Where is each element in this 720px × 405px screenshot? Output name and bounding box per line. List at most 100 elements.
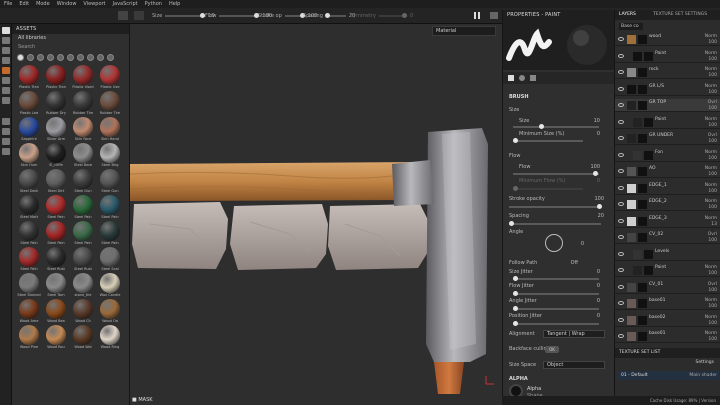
smudge-tool-icon[interactable]: [2, 67, 10, 74]
asset-item[interactable]: Wood Ch: [71, 299, 95, 323]
flow-slider[interactable]: [513, 171, 599, 176]
layer-row[interactable]: base01 Norm 100: [615, 330, 720, 343]
asset-item[interactable]: Wood Ring: [98, 325, 122, 349]
asset-item[interactable]: Sl_c0ffe: [44, 143, 68, 167]
layer-opacity[interactable]: 100: [708, 288, 717, 293]
asset-item[interactable]: Steel Pain: [71, 221, 95, 245]
library-selector[interactable]: All libraries: [12, 34, 129, 43]
layer-blend-mode[interactable]: Ovrl: [708, 232, 717, 237]
channel-select[interactable]: Base co: [619, 23, 643, 30]
layer-row[interactable]: Paint Norm 100: [615, 50, 720, 63]
asset-item[interactable]: Steel Pain: [71, 195, 95, 219]
layer-row[interactable]: GR L/S Norm 100: [615, 83, 720, 96]
asset-item[interactable]: Steel Rust: [44, 247, 68, 271]
layer-mask-thumbnail[interactable]: [638, 183, 647, 193]
layer-blend-mode[interactable]: Ovrl: [708, 133, 717, 138]
asset-item[interactable]: Steel Dark: [17, 169, 41, 193]
position-jitter-slider[interactable]: [513, 321, 599, 326]
asset-item[interactable]: Steel Pain: [44, 195, 68, 219]
layer-row[interactable]: GR TOP Ovrl 100: [615, 99, 720, 112]
layer-blend-mode[interactable]: Norm: [705, 150, 717, 155]
filter-alpha-icon[interactable]: [57, 54, 64, 61]
layer-blend-mode[interactable]: Norm: [705, 117, 717, 122]
texture-set-shader[interactable]: Main shader: [689, 371, 717, 380]
asset-item[interactable]: Plastic Used: [71, 65, 95, 89]
asset-item[interactable]: Plastic Lea: [17, 91, 41, 115]
layer-opacity[interactable]: 100: [708, 40, 717, 45]
asset-item[interactable]: Wood Pine: [17, 325, 41, 349]
layer-blend-mode[interactable]: Norm: [705, 84, 717, 89]
layer-opacity[interactable]: 100: [708, 172, 717, 177]
asset-item[interactable]: Skin Face: [71, 117, 95, 141]
asset-item[interactable]: Steel Pain: [17, 247, 41, 271]
layer-opacity[interactable]: 100: [708, 304, 717, 309]
menu-item-javascript[interactable]: JavaScript: [113, 1, 138, 7]
layer-mask-thumbnail[interactable]: [638, 134, 647, 143]
size-jitter-slider[interactable]: [513, 276, 599, 281]
layer-mask-thumbnail[interactable]: [644, 249, 653, 259]
layer-row[interactable]: Levels: [615, 248, 720, 261]
visibility-eye-icon[interactable]: [618, 235, 624, 239]
filter-filter-icon[interactable]: [107, 54, 114, 61]
polyfill-tool-icon[interactable]: [2, 57, 10, 64]
layer-mask-thumbnail[interactable]: [638, 216, 647, 226]
asset-search-input[interactable]: Search: [12, 43, 129, 52]
visibility-eye-icon[interactable]: [618, 218, 624, 223]
visibility-eye-icon[interactable]: [618, 251, 624, 256]
layer-opacity[interactable]: 100: [708, 238, 717, 243]
asset-item[interactable]: Wood Ame: [17, 299, 41, 323]
visibility-eye-icon[interactable]: [618, 268, 624, 272]
shelf-icon[interactable]: [2, 138, 10, 145]
stroke-tool-icon[interactable]: [134, 11, 144, 20]
paint-tool-icon[interactable]: [2, 27, 10, 34]
asset-item[interactable]: stone_tile: [71, 273, 95, 297]
layer-blend-mode[interactable]: Norm: [705, 166, 717, 171]
layer-blend-mode[interactable]: Norm: [705, 34, 717, 39]
filter-brush-icon[interactable]: [47, 54, 54, 61]
layer-opacity[interactable]: 100: [708, 337, 717, 342]
flow-value[interactable]: 100: [590, 164, 600, 170]
filter-env-icon[interactable]: [77, 54, 84, 61]
visibility-eye-icon[interactable]: [618, 70, 624, 74]
display-icon[interactable]: [2, 148, 10, 155]
asset-item[interactable]: Wood Wal: [71, 325, 95, 349]
layer-blend-mode[interactable]: Norm: [705, 331, 717, 336]
layer-row[interactable]: rock Norm 100: [615, 66, 720, 79]
asset-item[interactable]: Steel Tarn: [44, 273, 68, 297]
asset-item[interactable]: Steel Brig: [98, 143, 122, 167]
spacing-value[interactable]: 20: [598, 213, 604, 219]
visibility-eye-icon[interactable]: [618, 136, 624, 140]
asset-item[interactable]: Steel Dirt: [44, 169, 68, 193]
pause-icon[interactable]: [474, 12, 480, 19]
visibility-eye-icon[interactable]: [618, 317, 624, 322]
tab-texture-set-settings[interactable]: TEXTURE SET SETTINGS: [653, 12, 707, 17]
visibility-eye-icon[interactable]: [618, 284, 624, 289]
layer-row[interactable]: Fon Norm 100: [615, 149, 720, 162]
layer-row[interactable]: EDGE_2 Norm 100: [615, 198, 720, 211]
layer-opacity[interactable]: 13: [711, 222, 717, 227]
layer-mask-thumbnail[interactable]: [644, 117, 653, 127]
layer-row[interactable]: EDGE_1 Norm 100: [615, 182, 720, 195]
filter-all-icon[interactable]: [17, 54, 24, 61]
asset-item[interactable]: Steel Bare: [71, 143, 95, 167]
filter-particle-icon[interactable]: [97, 54, 104, 61]
menu-item-viewport[interactable]: Viewport: [83, 1, 105, 7]
visibility-eye-icon[interactable]: [618, 53, 624, 58]
3d-viewport[interactable]: Material ■ MASK: [130, 24, 502, 405]
asset-item[interactable]: Wood Oa: [98, 299, 122, 323]
asset-item[interactable]: Wood Bea: [44, 299, 68, 323]
flow-jitter-value[interactable]: 0: [597, 283, 600, 289]
layer-opacity[interactable]: 100: [708, 205, 717, 210]
layer-opacity[interactable]: 100: [708, 123, 717, 128]
layer-blend-mode[interactable]: Norm: [705, 265, 717, 270]
menu-item-edit[interactable]: Edit: [19, 1, 29, 7]
visibility-eye-icon[interactable]: [618, 301, 624, 305]
angle-dial[interactable]: [545, 234, 563, 252]
size-space-select[interactable]: Object: [543, 361, 605, 369]
stroke-opacity-slider[interactable]: [509, 204, 602, 209]
layer-opacity[interactable]: 100: [708, 189, 717, 194]
layer-mask-thumbnail[interactable]: [638, 84, 647, 94]
asset-item[interactable]: Skin Hand: [98, 117, 122, 141]
layer-opacity[interactable]: 100: [708, 139, 717, 144]
clone-tool-icon[interactable]: [2, 77, 10, 84]
